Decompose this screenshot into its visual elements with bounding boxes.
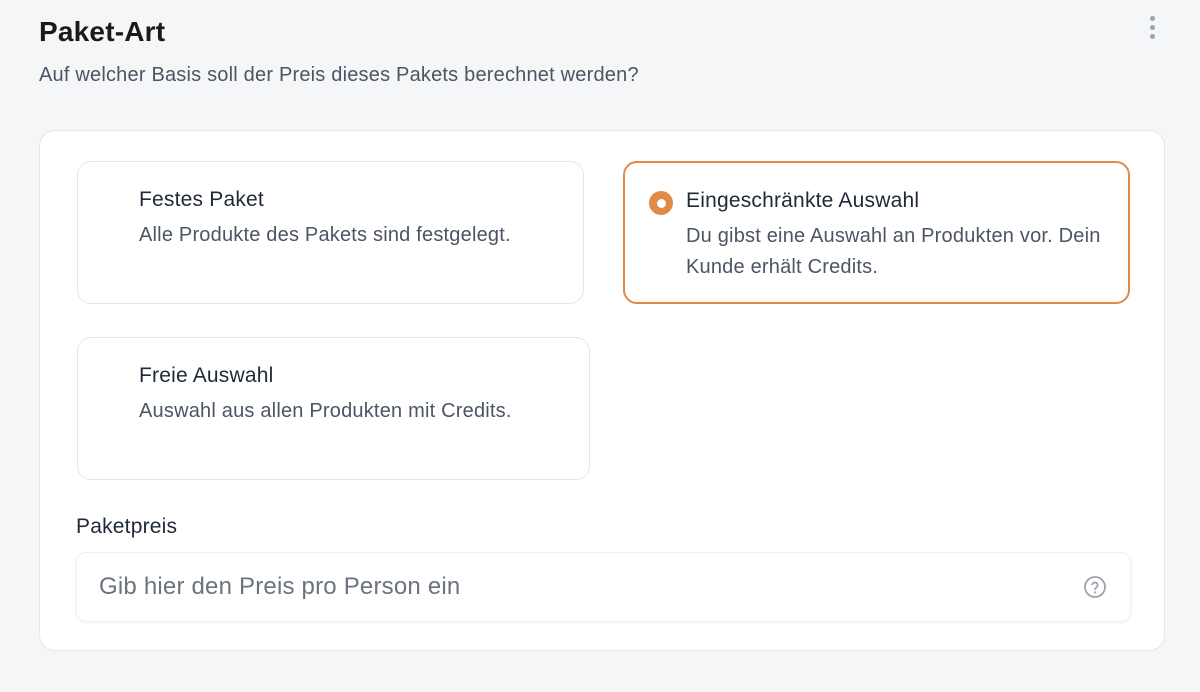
price-field — [76, 552, 1131, 622]
option-title: Freie Auswahl — [139, 364, 274, 387]
price-label: Paketpreis — [76, 515, 178, 538]
more-options-button[interactable] — [1140, 12, 1164, 42]
radio-checked[interactable] — [649, 191, 673, 215]
radio-unchecked[interactable] — [102, 366, 126, 390]
radio-unchecked[interactable] — [102, 190, 126, 214]
option-title: Eingeschränkte Auswahl — [686, 189, 920, 212]
radio-dot-icon — [656, 198, 666, 208]
price-input[interactable] — [77, 553, 1077, 621]
more-vertical-icon-dot — [1149, 33, 1155, 39]
more-vertical-icon-dot — [1149, 24, 1155, 30]
option-description: Alle Produkte des Pakets sind festgelegt… — [139, 224, 511, 246]
package-type-card: Festes Paket Alle Produkte des Pakets si… — [39, 130, 1165, 651]
option-title: Festes Paket — [139, 188, 264, 211]
option-festes-paket[interactable]: Festes Paket Alle Produkte des Pakets si… — [77, 161, 584, 304]
option-eingeschraenkte-auswahl[interactable]: Eingeschränkte Auswahl Du gibst eine Aus… — [623, 161, 1130, 304]
question-circle-icon[interactable] — [1083, 575, 1107, 599]
page-title: Paket-Art — [39, 16, 166, 47]
option-description: Auswahl aus allen Produkten mit Credits. — [139, 400, 512, 422]
more-vertical-icon — [1149, 15, 1155, 21]
page-subtitle: Auf welcher Basis soll der Preis dieses … — [39, 64, 639, 86]
option-freie-auswahl[interactable]: Freie Auswahl Auswahl aus allen Produkte… — [77, 337, 590, 480]
option-description: Du gibst eine Auswahl an Produkten vor. … — [686, 225, 1101, 278]
